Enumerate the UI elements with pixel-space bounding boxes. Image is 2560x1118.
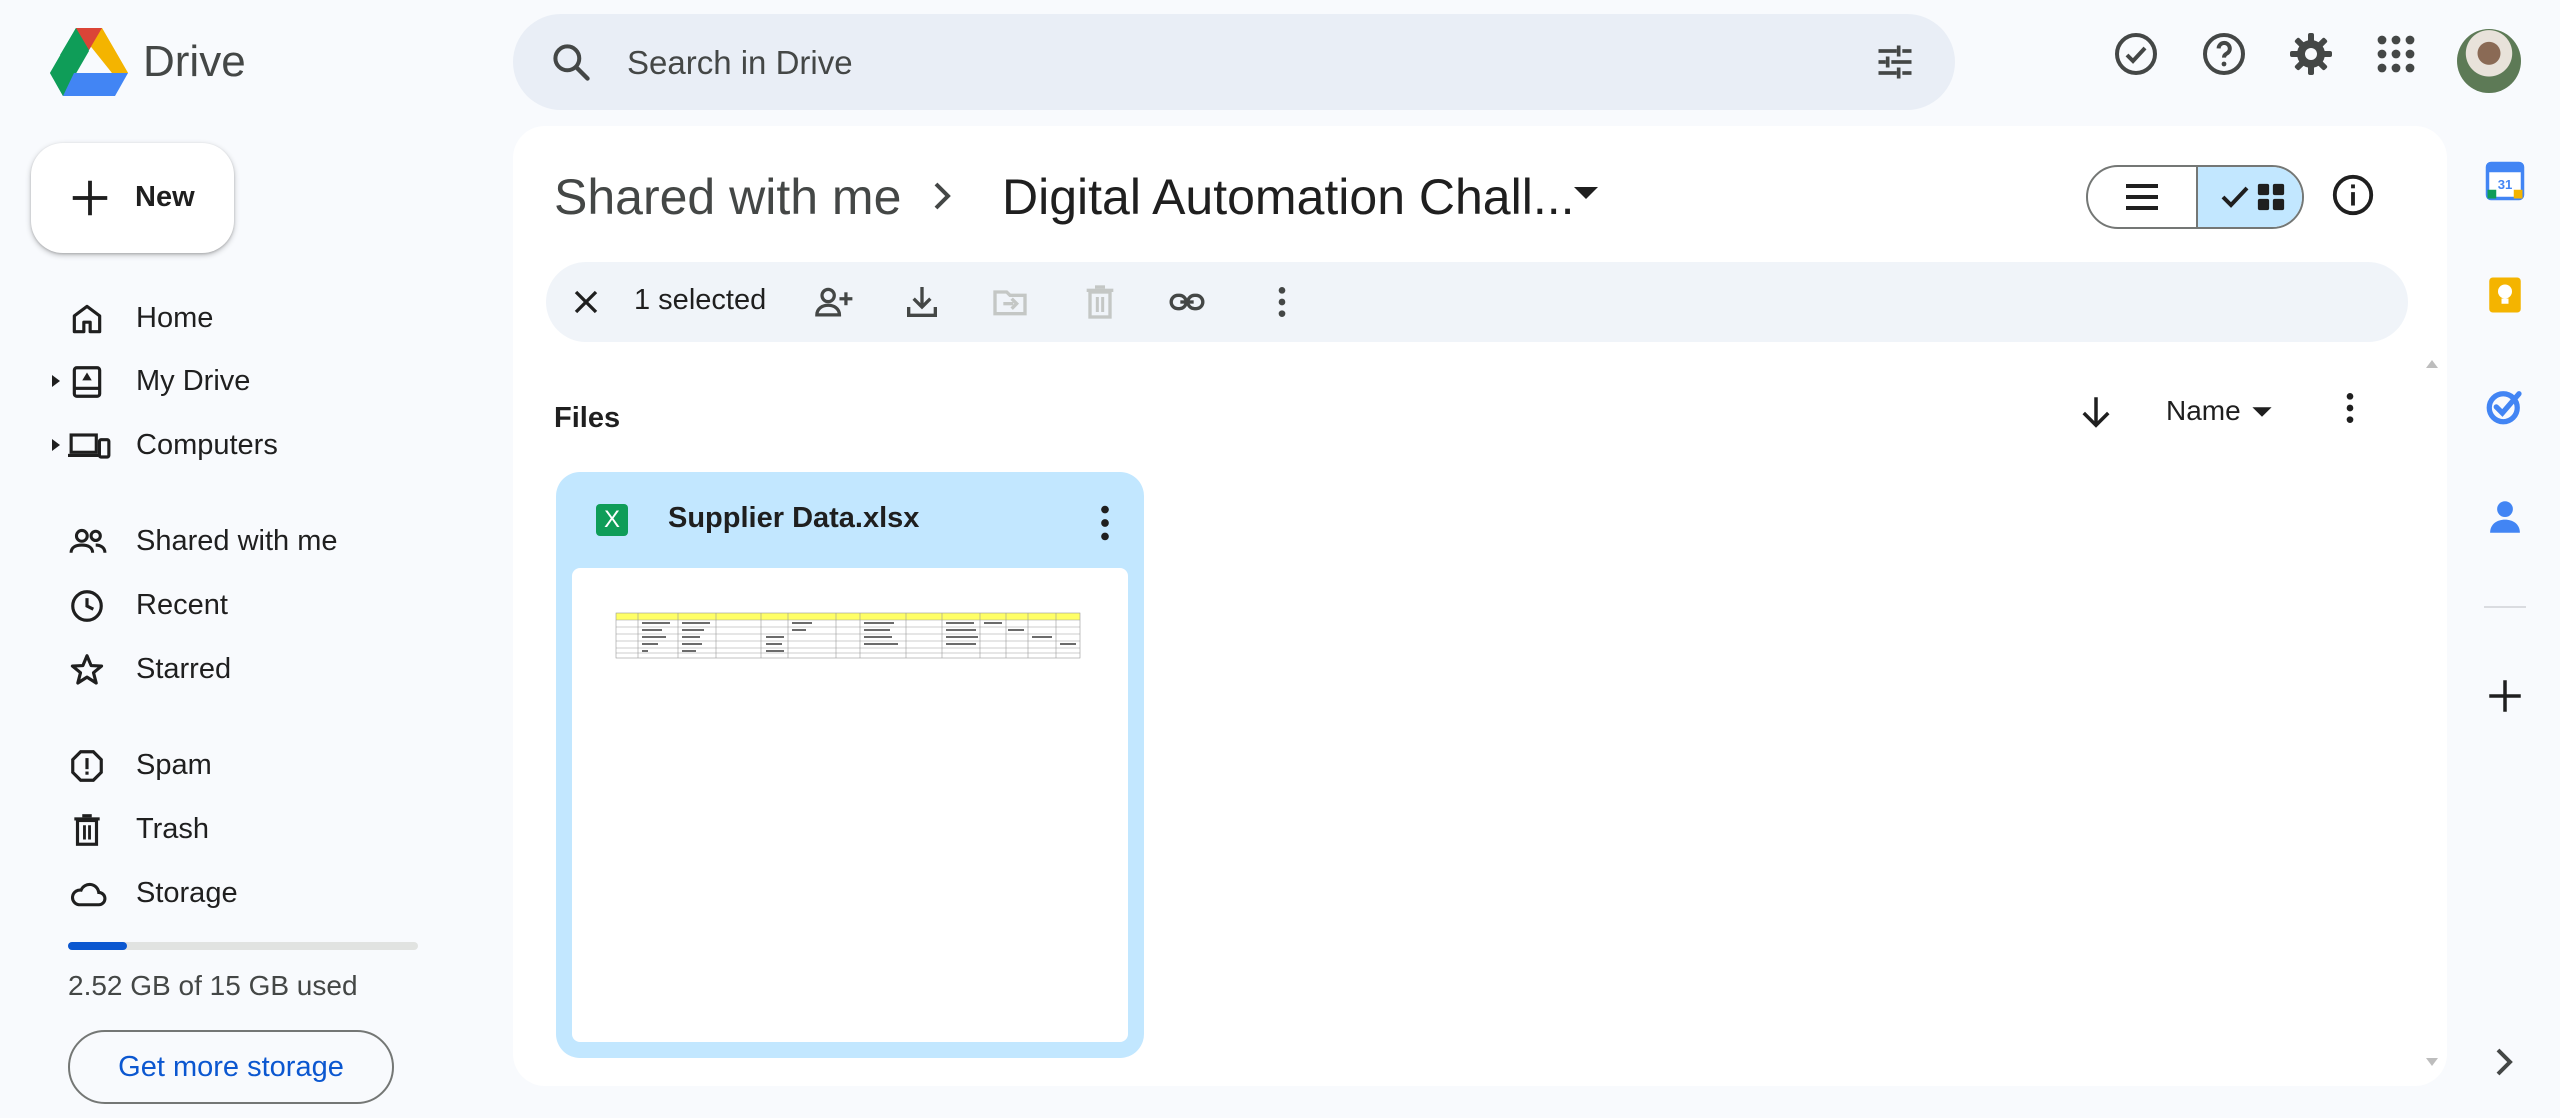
close-icon[interactable] — [566, 282, 606, 322]
file-card[interactable]: X Supplier Data.xlsx — [556, 472, 1144, 1058]
plus-icon — [67, 175, 113, 221]
tune-icon[interactable] — [1873, 40, 1917, 84]
expand-caret-icon[interactable] — [50, 370, 62, 392]
keep-icon[interactable] — [2484, 274, 2526, 316]
scroll-down-arrow[interactable] — [2424, 1056, 2440, 1068]
sidebar-item-recent[interactable]: Recent — [0, 577, 480, 633]
expand-caret-icon[interactable] — [50, 434, 62, 456]
rail-divider — [2484, 606, 2526, 608]
account-avatar[interactable] — [2457, 29, 2521, 93]
sidebar-item-label: Spam — [136, 749, 212, 781]
computers-icon — [68, 427, 112, 465]
settings-icon[interactable] — [2287, 30, 2335, 78]
sort-dropdown-icon[interactable] — [2250, 404, 2274, 420]
storage-used-text: 2.52 GB of 15 GB used — [68, 970, 358, 1001]
sidebar-item-label: Trash — [136, 813, 210, 845]
file-name: Supplier Data.xlsx — [668, 502, 920, 534]
sidebar-item-computers[interactable]: Computers — [0, 417, 480, 473]
contacts-icon[interactable] — [2484, 496, 2526, 538]
home-icon — [68, 300, 106, 338]
trash-icon — [68, 811, 106, 849]
cloud-icon — [68, 875, 108, 913]
share-icon[interactable] — [812, 282, 854, 322]
trash-icon[interactable] — [1080, 282, 1120, 322]
calendar-day: 31 — [2498, 177, 2513, 192]
ready-for-offline-icon[interactable] — [2112, 30, 2160, 78]
sidebar-item-starred[interactable]: Starred — [0, 641, 480, 697]
scroll-up-arrow[interactable] — [2424, 358, 2440, 370]
new-button[interactable]: New — [31, 143, 234, 253]
move-icon[interactable] — [990, 282, 1030, 322]
search-bar[interactable] — [513, 14, 1955, 110]
chevron-right-icon — [928, 178, 956, 214]
more-vert-icon[interactable] — [1082, 500, 1128, 546]
link-icon[interactable] — [1166, 282, 1208, 322]
check-icon — [2220, 185, 2250, 209]
sidebar-item-storage[interactable]: Storage — [0, 865, 480, 921]
info-icon[interactable] — [2330, 172, 2376, 218]
sidebar-item-trash[interactable]: Trash — [0, 801, 480, 857]
chevron-right-icon[interactable] — [2490, 1044, 2518, 1080]
sidebar-item-label: Computers — [136, 429, 278, 461]
selection-count: 1 selected — [634, 284, 767, 316]
app-name: Drive — [143, 37, 246, 86]
sidebar-item-home[interactable]: Home — [0, 290, 480, 346]
my-drive-icon — [68, 363, 106, 401]
star-icon — [68, 651, 106, 689]
sidebar-item-shared-with-me[interactable]: Shared with me — [0, 513, 480, 569]
grid-icon — [2256, 182, 2286, 212]
sidebar-item-label: Storage — [136, 877, 238, 909]
tasks-icon[interactable] — [2484, 385, 2526, 427]
list-icon — [2124, 182, 2160, 212]
sidebar-item-spam[interactable]: Spam — [0, 737, 480, 793]
sidebar-item-label: My Drive — [136, 365, 251, 397]
sidebar-item-label: Shared with me — [136, 525, 338, 557]
search-input[interactable] — [625, 34, 1769, 92]
clock-icon — [68, 587, 106, 625]
drive-logo-icon[interactable] — [50, 26, 128, 96]
people-icon — [68, 523, 108, 561]
apps-grid-icon[interactable] — [2372, 30, 2420, 78]
sort-by-button[interactable]: Name — [2166, 395, 2241, 427]
sort-direction-icon[interactable] — [2075, 392, 2117, 434]
file-thumbnail — [572, 568, 1128, 1042]
sidebar-item-my-drive[interactable]: My Drive — [0, 353, 480, 409]
add-icon[interactable] — [2484, 675, 2526, 717]
calendar-icon[interactable]: 31 — [2484, 160, 2526, 202]
sidebar-item-label: Starred — [136, 653, 232, 685]
search-icon[interactable] — [549, 40, 593, 84]
download-icon[interactable] — [902, 282, 942, 322]
get-more-storage-button[interactable]: Get more storage — [68, 1030, 394, 1104]
folder-dropdown-icon[interactable] — [1572, 183, 1600, 203]
more-vert-icon[interactable] — [1262, 282, 1302, 322]
view-toggle — [2086, 165, 2304, 229]
sidebar-item-label: Recent — [136, 589, 228, 621]
breadcrumb-current[interactable]: Digital Automation Chall... — [1002, 168, 1575, 226]
grid-view-button[interactable] — [2196, 167, 2302, 227]
sheets-file-icon: X — [596, 504, 628, 536]
spam-icon — [68, 747, 106, 785]
more-vert-icon[interactable] — [2330, 388, 2370, 428]
help-icon[interactable] — [2200, 30, 2248, 78]
breadcrumb-parent[interactable]: Shared with me — [554, 168, 901, 226]
storage-bar-fill — [68, 942, 127, 950]
selection-toolbar: 1 selected — [546, 262, 2408, 342]
files-heading: Files — [554, 402, 621, 434]
sidebar-item-label: Home — [136, 302, 214, 334]
list-view-button[interactable] — [2088, 167, 2196, 227]
new-button-label: New — [135, 181, 195, 213]
